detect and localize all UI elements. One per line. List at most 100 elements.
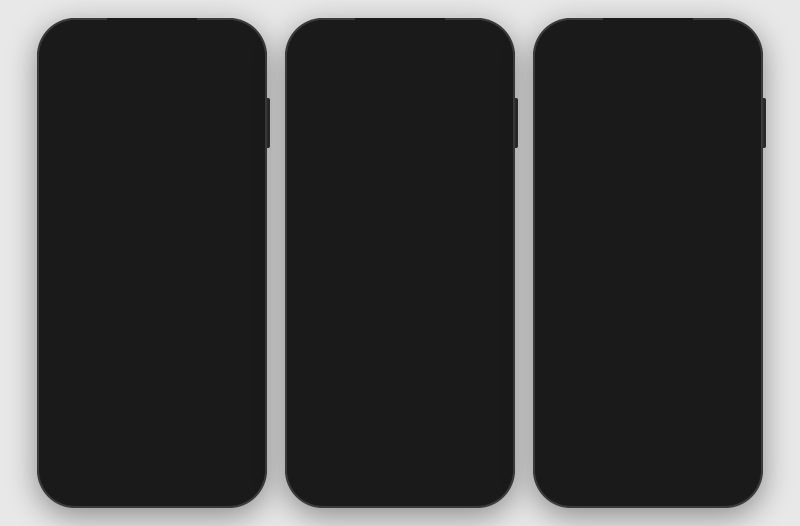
general-icon: ⚙ [317, 182, 341, 206]
back-chevron-icon: ‹ [555, 61, 559, 75]
status-time-2: 8:08 [311, 37, 333, 49]
list-item[interactable]: 🔋 Battery › [303, 466, 497, 500]
language-chev: › [729, 484, 733, 498]
list-item[interactable]: 🌙 Do Not Disturb › [303, 85, 497, 126]
screentime-chev-2: › [481, 139, 485, 153]
status-icons-2: ●●● ▲ ▮ [453, 38, 489, 49]
signal-icon-2: ●●● [453, 38, 469, 48]
list-item[interactable]: ((•)) Cellular › [57, 250, 247, 291]
bluetooth-value: On [211, 222, 227, 236]
phone-1: 8:08 ●●● ▲ ▮ Settings 🔍 Search ✈ Airplan… [37, 18, 267, 508]
list-item[interactable]: 🏔 Wallpaper › [303, 302, 497, 343]
faceid-chev: › [481, 397, 485, 411]
display-label: Display & Brightness [349, 274, 481, 289]
carplay-label: CarPlay [563, 248, 729, 263]
sos-label: Emergency SOS [349, 438, 481, 453]
cellular-icon: ((•)) [69, 258, 93, 282]
battery-icon-2: ▮ [484, 38, 489, 49]
storage-row[interactable]: iPhone Storage › [553, 319, 743, 355]
dnd-label-2: Do Not Disturb [349, 98, 481, 113]
dnd-label: Do Not Disturb [103, 432, 231, 447]
bg-refresh-chev: › [729, 372, 733, 386]
phone-screen-2: 8:08 ●●● ▲ ▮ Settings 🌙 Do Not Disturb ›… [293, 26, 507, 500]
cc-chev: › [481, 233, 485, 247]
dnd-chevron: › [231, 432, 235, 446]
settings-main-title: Settings [45, 54, 259, 95]
status-bar-3: 8:08 ●●● ▲ ▮ [541, 26, 755, 54]
datetime-row[interactable]: Date & Time › [551, 401, 745, 437]
back-label: Settings [561, 61, 604, 75]
list-item[interactable]: Wi-Fi Tuck's › [57, 168, 247, 209]
status-icons-1: ●●● ▲ ▮ [205, 38, 241, 49]
phone-2: 8:08 ●●● ▲ ▮ Settings 🌙 Do Not Disturb ›… [285, 18, 515, 508]
wifi-row-icon [69, 176, 93, 200]
list-item[interactable]: ⬡ Personal Hotspot › [57, 291, 247, 331]
faceid-label: Face ID & Passcode [349, 397, 481, 412]
list-item[interactable]: AA Display & Brightness › [303, 261, 497, 302]
faceid-icon: 👤 [315, 392, 339, 416]
settings-group-connectivity: ✈ Airplane Mode Wi-Fi Tuck's › B [57, 127, 247, 331]
language-row[interactable]: Language & Region › [551, 473, 745, 500]
general-row[interactable]: ⚙ General 1 › [305, 174, 495, 214]
carplay-row[interactable]: CarPlay › [551, 237, 745, 273]
search-bar[interactable]: 🔍 Search [57, 95, 247, 119]
page-title-3: General [622, 60, 674, 76]
status-bar-1: 8:08 ●●● ▲ ▮ [45, 26, 259, 54]
storage-highlight-ring: iPhone Storage › [551, 317, 745, 357]
general-highlight-ring: ⚙ General 1 › [303, 172, 497, 216]
cellular-label: Cellular [103, 263, 231, 278]
notifications-label: Notifications [103, 350, 231, 365]
list-item[interactable]: ✈ Airplane Mode [57, 127, 247, 168]
bluetooth-icon: B [69, 217, 93, 241]
search-placeholder: Search [87, 100, 125, 114]
list-item[interactable]: ◎ Siri & Search › [303, 343, 497, 384]
storage-chev: › [727, 330, 731, 344]
bluetooth-label: Bluetooth [103, 222, 211, 237]
general-label: General [351, 187, 459, 202]
about-label: About [563, 97, 729, 112]
notifications-icon: 🔔 [69, 345, 93, 369]
general-badge: 1 [459, 186, 475, 202]
wifi-label: Wi-Fi [103, 181, 193, 196]
keyboard-chev: › [729, 448, 733, 462]
sos-chev: › [481, 438, 485, 452]
screentime-label: Screen Time [103, 473, 231, 488]
general-chev: › [479, 187, 483, 201]
list-item[interactable]: 👤 Face ID & Passcode › [303, 384, 497, 425]
airdrop-label: AirDrop [563, 175, 729, 190]
battery-icon: ▮ [236, 38, 241, 49]
list-item[interactable]: 🌙 Do Not Disturb › [57, 419, 247, 460]
notifications-chevron: › [231, 350, 235, 364]
about-chev: › [729, 98, 733, 112]
airplane-toggle[interactable] [193, 137, 229, 157]
list-item[interactable]: B Bluetooth On › [57, 209, 247, 250]
airdrop-row[interactable]: AirDrop › [551, 165, 745, 201]
accessibility-row[interactable]: Accessibility › [551, 277, 745, 313]
status-icons-3: ●●● ▲ ▮ [701, 38, 737, 49]
list-item[interactable]: ⊞ Control Center › [303, 220, 497, 261]
keyboard-row[interactable]: Keyboard › [551, 437, 745, 473]
wifi-icon-2: ▲ [472, 38, 481, 48]
software-update-label: Software Update [563, 134, 707, 149]
sounds-icon: 🔊 [69, 386, 93, 410]
sos-icon: SOS [315, 433, 339, 457]
back-button[interactable]: ‹ Settings [555, 61, 604, 75]
about-row[interactable]: About › [551, 87, 745, 123]
update-badge: 1 [707, 133, 723, 149]
screentime-icon: ⏱ [69, 468, 93, 492]
wifi-chevron: › [231, 181, 235, 195]
bg-refresh-row[interactable]: Background App Refresh › [551, 361, 745, 397]
screentime-chevron: › [231, 473, 235, 487]
handoff-row[interactable]: Handoff › [551, 201, 745, 237]
battery-chev: › [481, 479, 485, 493]
nav-bar-3: ‹ Settings General [541, 54, 755, 81]
list-item[interactable]: ⏱ Screen Time › [303, 126, 497, 166]
siri-chev: › [481, 356, 485, 370]
list-item[interactable]: ⏱ Screen Time › [57, 460, 247, 500]
sounds-chevron: › [231, 391, 235, 405]
list-item[interactable]: SOS Emergency SOS › [303, 425, 497, 466]
wifi-value: Tuck's [193, 181, 227, 195]
software-update-row[interactable]: Software Update 1 › [551, 123, 745, 159]
hotspot-label: Personal Hotspot [103, 304, 231, 319]
datetime-label: Date & Time [563, 411, 729, 426]
